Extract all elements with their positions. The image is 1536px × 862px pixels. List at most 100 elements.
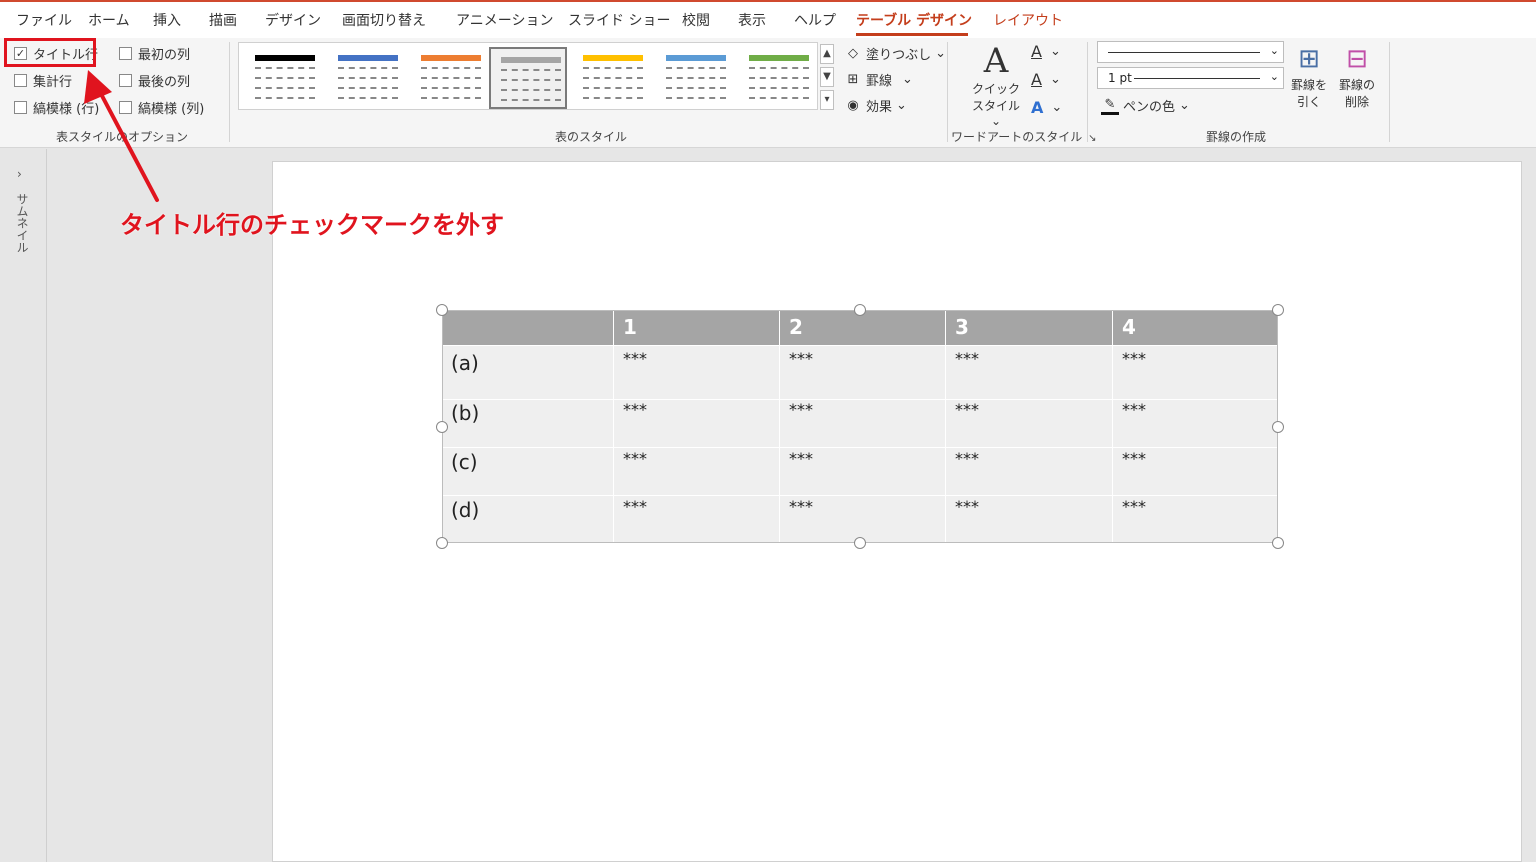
table-header-row	[443, 311, 1277, 345]
total-row-checkbox[interactable]: 集計行	[14, 71, 72, 90]
row-label-cell[interactable]: (c)	[451, 450, 478, 474]
table-cell[interactable]: ***	[623, 400, 647, 419]
table-row	[443, 345, 1277, 399]
style-options-group-label: 表スタイルのオプション	[56, 130, 189, 144]
header-cell[interactable]: 1	[623, 315, 637, 339]
pen-style-select[interactable]: ⌄	[1097, 41, 1284, 63]
dialog-launcher-icon[interactable]: ↘	[1088, 133, 1096, 144]
tab-transitions[interactable]: 画面切り替え	[342, 10, 426, 30]
text-fill-button[interactable]: A ⌄	[1031, 42, 1061, 61]
chevron-right-icon[interactable]: ›	[17, 167, 22, 181]
resize-handle[interactable]	[436, 537, 448, 549]
gallery-more-icon[interactable]: ▾	[820, 90, 834, 110]
quick-styles-button[interactable]: A クイック スタイル ⌄	[966, 42, 1026, 128]
shading-button[interactable]: ◇ 塗りつぶし ⌄	[844, 44, 946, 63]
tab-help[interactable]: ヘルプ	[794, 10, 836, 30]
table-cell[interactable]: ***	[789, 449, 813, 468]
style-swatch	[255, 55, 315, 61]
tab-draw[interactable]: 描画	[209, 10, 237, 30]
table-style-thumb[interactable]	[656, 47, 734, 109]
chevron-down-icon: ⌄	[1269, 44, 1279, 57]
wordart-group-label: ワードアートのスタイル ↘	[951, 130, 1097, 144]
pen-weight-select[interactable]: 1 pt ⌄	[1097, 67, 1284, 89]
tab-view[interactable]: 表示	[738, 10, 766, 30]
borders-grid-icon: ⊞	[847, 72, 859, 87]
chevron-down-icon: ⌄	[1269, 70, 1279, 83]
tab-layout[interactable]: レイアウト	[993, 10, 1063, 30]
gallery-scroll-up-icon[interactable]: ▲	[820, 44, 834, 64]
table-cell[interactable]: ***	[789, 400, 813, 419]
effects-button[interactable]: ◉ 効果 ⌄	[844, 96, 907, 115]
effects-icon: ◉	[847, 98, 859, 113]
table-cell[interactable]: ***	[623, 497, 647, 516]
resize-handle[interactable]	[436, 421, 448, 433]
gallery-scroll-down-icon[interactable]: ▼	[820, 67, 834, 87]
style-swatch	[421, 55, 481, 61]
tab-file[interactable]: ファイル	[16, 10, 72, 30]
table-style-thumb[interactable]	[739, 47, 817, 109]
table-style-thumb-selected[interactable]	[489, 47, 567, 109]
text-outline-icon: A	[1031, 70, 1042, 89]
pen-color-button[interactable]: ✎ ペンの色 ⌄	[1101, 96, 1190, 115]
table-row	[443, 447, 1277, 495]
banded-rows-checkbox[interactable]: 縞模様 (行)	[14, 98, 99, 117]
tab-slideshow[interactable]: スライド ショー	[568, 10, 670, 30]
tab-insert[interactable]: 挿入	[153, 10, 181, 30]
text-outline-button[interactable]: A ⌄	[1031, 70, 1061, 89]
resize-handle[interactable]	[436, 304, 448, 316]
tab-design[interactable]: デザイン	[265, 10, 321, 30]
table-cell[interactable]: ***	[623, 349, 647, 368]
style-swatch	[338, 55, 398, 61]
table-cell[interactable]: ***	[1122, 497, 1146, 516]
last-column-checkbox[interactable]: 最後の列	[119, 71, 190, 90]
tab-home[interactable]: ホーム	[88, 10, 130, 30]
resize-handle[interactable]	[1272, 304, 1284, 316]
active-tab-indicator	[856, 33, 968, 36]
resize-handle[interactable]	[854, 537, 866, 549]
table-styles-group-label: 表のスタイル	[555, 130, 628, 144]
header-cell[interactable]: 3	[955, 315, 969, 339]
table-style-thumb[interactable]	[245, 47, 323, 109]
table-cell[interactable]: ***	[955, 497, 979, 516]
draw-table-button[interactable]: ⊞ 罫線を 引く	[1288, 42, 1330, 110]
tab-review[interactable]: 校閲	[682, 10, 710, 30]
tab-animations[interactable]: アニメーション	[456, 10, 553, 30]
header-cell[interactable]: 4	[1122, 315, 1136, 339]
table-cell[interactable]: ***	[955, 349, 979, 368]
row-label-cell[interactable]: (b)	[451, 401, 479, 425]
table-cell[interactable]: ***	[1122, 400, 1146, 419]
table-cell[interactable]: ***	[623, 449, 647, 468]
table-row	[443, 495, 1277, 542]
slide-table[interactable]: 1 2 3 4 (a) *** *** *** *** (b) *** *** …	[442, 310, 1278, 543]
borders-button[interactable]: ⊞ 罫線 ⌄	[844, 70, 913, 89]
paint-bucket-icon: ◇	[848, 46, 858, 61]
thumbnail-pane-label: サムネイル	[15, 193, 29, 253]
text-fill-icon: A	[1031, 42, 1042, 61]
title-row-highlight-box	[4, 38, 96, 67]
draw-borders-group-label: 罫線の作成	[1206, 130, 1267, 144]
resize-handle[interactable]	[854, 304, 866, 316]
row-label-cell[interactable]: (d)	[451, 498, 479, 522]
header-cell[interactable]: 2	[789, 315, 803, 339]
eraser-button[interactable]: ⊟ 罫線の 削除	[1336, 42, 1378, 110]
table-cell[interactable]: ***	[789, 349, 813, 368]
table-cell[interactable]: ***	[789, 497, 813, 516]
resize-handle[interactable]	[1272, 421, 1284, 433]
table-style-thumb[interactable]	[328, 47, 406, 109]
text-effects-button[interactable]: A ⌄	[1031, 98, 1062, 117]
annotation-text: タイトル行のチェックマークを外す	[120, 211, 504, 239]
text-effects-icon: A	[1031, 98, 1044, 117]
table-row	[443, 399, 1277, 447]
table-cell[interactable]: ***	[1122, 349, 1146, 368]
table-cell[interactable]: ***	[955, 449, 979, 468]
table-cell[interactable]: ***	[955, 400, 979, 419]
tab-table-design[interactable]: テーブル デザイン	[856, 10, 972, 30]
banded-columns-checkbox[interactable]: 縞模様 (列)	[119, 98, 204, 117]
table-style-thumb[interactable]	[573, 47, 651, 109]
resize-handle[interactable]	[1272, 537, 1284, 549]
first-column-checkbox[interactable]: 最初の列	[119, 44, 190, 63]
table-style-thumb[interactable]	[411, 47, 489, 109]
style-swatch	[501, 57, 561, 63]
table-cell[interactable]: ***	[1122, 449, 1146, 468]
row-label-cell[interactable]: (a)	[451, 351, 479, 375]
